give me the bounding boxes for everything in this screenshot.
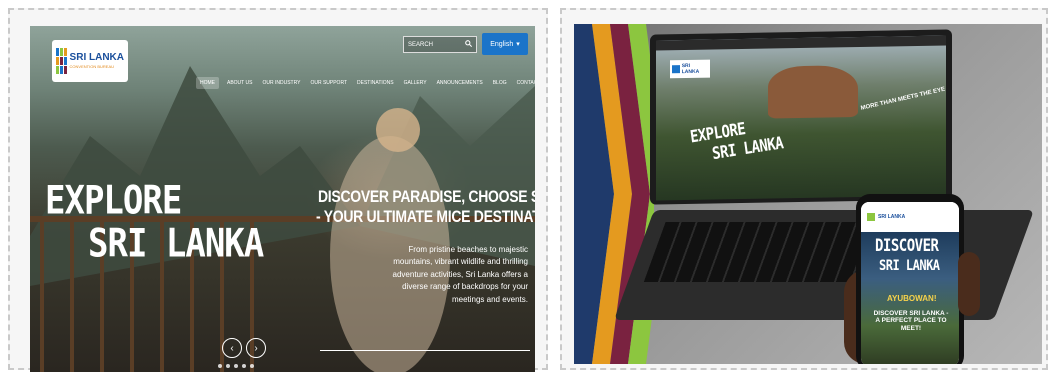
logo-title: SRI LANKA xyxy=(69,52,124,63)
nav-item-about-us[interactable]: ABOUT US xyxy=(225,77,254,89)
phone-hero-line2: SRI LANKA xyxy=(879,256,940,274)
carousel-dot[interactable] xyxy=(242,364,246,368)
discover-heading-line1: DISCOVER PARADISE, CHOOSE SRI LANKA xyxy=(318,186,535,206)
laptop-logo-text: SRI LANKA xyxy=(681,62,700,76)
carousel-dot[interactable] xyxy=(234,364,238,368)
carousel-controls: ‹ › xyxy=(222,338,266,358)
nav-item-our-industry[interactable]: OUR INDUSTRY xyxy=(260,77,302,89)
carousel-dot[interactable] xyxy=(250,364,254,368)
logo-mark-icon xyxy=(56,48,67,74)
nav-item-gallery[interactable]: GALLERY xyxy=(402,77,429,89)
search-placeholder: SEARCH xyxy=(408,41,434,48)
carousel-next-button[interactable]: › xyxy=(246,338,266,358)
discover-heading-line2: - YOUR ULTIMATE MICE DESTINATION! xyxy=(316,206,535,226)
nav-item-contact-us[interactable]: CONTACT US xyxy=(515,77,535,89)
phone-hero-line1: DISCOVER xyxy=(875,236,939,256)
laptop-tagline: MORE THAN MEETS THE EYE xyxy=(860,86,946,112)
nav-item-announcements[interactable]: ANNOUNCEMENTS xyxy=(435,77,485,89)
phone-device: SRI LANKA DISCOVER SRI LANKA AYUBOWAN! D… xyxy=(856,194,964,364)
carousel-dot[interactable] xyxy=(218,364,222,368)
laptop-screen: SRI LANKA MORE THAN MEETS THE EYE EXPLOR… xyxy=(650,29,952,205)
site-logo[interactable]: SRI LANKA CONVENTION BUREAU xyxy=(52,40,128,82)
device-mockup-panel: SRI LANKA MORE THAN MEETS THE EYE EXPLOR… xyxy=(560,8,1048,370)
main-nav: HOME ABOUT US OUR INDUSTRY OUR SUPPORT D… xyxy=(196,77,535,89)
nav-item-our-support[interactable]: OUR SUPPORT xyxy=(308,77,349,89)
chevron-down-icon: ▾ xyxy=(516,41,520,48)
language-select[interactable]: English ▾ xyxy=(482,33,528,55)
nav-item-destinations[interactable]: DESTINATIONS xyxy=(355,77,396,89)
laptop-site-logo: SRI LANKA xyxy=(670,59,710,79)
device-mockup-image: SRI LANKA MORE THAN MEETS THE EYE EXPLOR… xyxy=(574,24,1042,364)
language-label: English xyxy=(490,40,514,48)
website-hero-screenshot: SRI LANKA CONVENTION BUREAU SEARCH Engli… xyxy=(30,26,535,372)
phone-greeting: AYUBOWAN! xyxy=(887,294,937,303)
nav-item-blog[interactable]: BLOG xyxy=(491,77,509,89)
nav-item-home[interactable]: HOME xyxy=(196,77,219,89)
search-icon[interactable] xyxy=(465,40,473,49)
hero-title-line1: EXPLORE xyxy=(45,178,182,224)
sigiriya-rock-image xyxy=(768,65,858,119)
thumb-image xyxy=(958,252,980,316)
website-screenshot-panel: SRI LANKA CONVENTION BUREAU SEARCH Engli… xyxy=(8,8,548,372)
hero-title-line2: SRI LANKA xyxy=(88,221,264,267)
carousel-dots xyxy=(218,364,254,368)
phone-tagline: DISCOVER SRI LANKA - A PERFECT PLACE TO … xyxy=(873,310,949,332)
discover-paragraph: From pristine beaches to majestic mounta… xyxy=(392,245,528,304)
phone-site-header: SRI LANKA xyxy=(861,202,959,232)
search-input[interactable]: SEARCH xyxy=(403,36,477,53)
carousel-prev-button[interactable]: ‹ xyxy=(222,338,242,358)
browser-tab-bar xyxy=(656,35,946,51)
divider-line xyxy=(320,350,530,351)
carousel-dot[interactable] xyxy=(226,364,230,368)
logo-subtitle: CONVENTION BUREAU xyxy=(69,64,114,69)
phone-logo-text: SRI LANKA xyxy=(878,214,906,220)
